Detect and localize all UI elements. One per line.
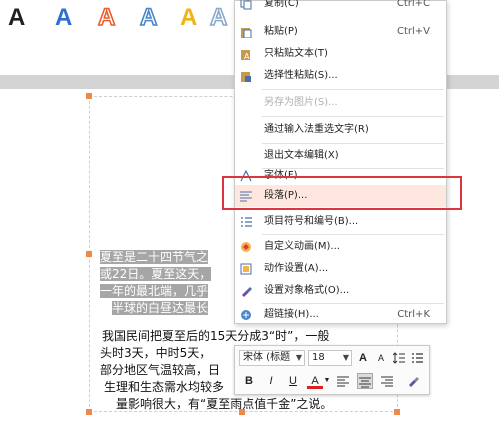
wordart-preset-orange-outline[interactable]: A — [97, 3, 116, 32]
menu-item-reselect-ime[interactable]: 通过输入法重选文字(R) — [235, 119, 446, 141]
copy-icon — [240, 0, 252, 10]
menu-item-format-object[interactable]: 设置对象格式(O)... — [235, 280, 446, 302]
text-line: 或22日。夏至这天， — [100, 267, 212, 281]
line-spacing-button[interactable] — [391, 350, 407, 366]
align-left-icon — [337, 376, 349, 387]
svg-text:A: A — [244, 52, 250, 60]
grow-font-button[interactable]: A — [355, 350, 371, 366]
animation-icon — [241, 242, 251, 252]
align-left-button[interactable] — [335, 373, 351, 389]
format-painter-icon — [409, 377, 419, 387]
align-right-icon — [381, 376, 393, 387]
align-center-button[interactable] — [357, 373, 373, 389]
underline-button[interactable]: U — [285, 373, 301, 389]
bullets-icon — [241, 217, 252, 227]
menu-item-save-as-picture: 另存为图片(S)... — [264, 97, 338, 108]
context-menu: 复制(C) Ctrl+C 粘贴(P) Ctrl+V A 只粘贴文本(T) 选择性… — [234, 0, 447, 324]
action-icon — [240, 263, 252, 275]
paste-text-icon: A — [241, 50, 250, 60]
font-size-value: 18 — [312, 352, 325, 363]
format-object-icon — [242, 287, 252, 297]
menu-item-bullets[interactable]: 项目符号和编号(B)... — [235, 211, 446, 233]
hyperlink-icon — [241, 310, 251, 320]
menu-item-copy[interactable]: 复制(C) Ctrl+C — [235, 0, 446, 15]
menu-separator — [262, 116, 444, 117]
list-button[interactable] — [409, 350, 425, 366]
wordart-preset-light-outline[interactable]: A — [209, 3, 228, 32]
format-painter-button[interactable] — [405, 373, 421, 389]
chevron-down-icon: ▼ — [295, 353, 302, 362]
font-name-select[interactable]: 宋体 (标题 ▼ — [239, 350, 305, 366]
menu-item-paste-text[interactable]: A 只粘贴文本(T) — [235, 43, 446, 65]
mini-format-toolbar: 宋体 (标题 ▼ 18 ▼ A A B I U A ▼ — [234, 345, 430, 395]
shrink-font-button[interactable]: A — [373, 350, 389, 366]
text-line: 半球的白昼达最长 — [112, 301, 209, 315]
menu-item-custom-animation[interactable]: 自定义动画(M)... — [235, 236, 446, 258]
text-line: 一年的最北端，几乎 — [100, 284, 209, 298]
wordart-preset-gold[interactable]: A — [180, 4, 197, 32]
menu-item-action-settings[interactable]: 动作设置(A)... — [235, 258, 446, 280]
menu-item-exit-text-edit[interactable]: 退出文本编辑(X) — [235, 145, 446, 167]
menu-separator — [262, 234, 444, 235]
menu-separator — [262, 89, 444, 90]
paste-icon — [241, 28, 252, 38]
align-right-button[interactable] — [379, 373, 395, 389]
wordart-preset-black[interactable]: A — [8, 4, 25, 32]
bold-button[interactable]: B — [241, 373, 257, 389]
resize-handle-bottom-left[interactable] — [86, 409, 92, 415]
list-icon — [412, 353, 423, 363]
italic-button[interactable]: I — [263, 373, 279, 389]
wordart-preset-blue-outline[interactable]: A — [139, 3, 158, 32]
resize-handle-mid-left[interactable] — [86, 251, 92, 257]
font-size-select[interactable]: 18 ▼ — [308, 350, 352, 366]
selected-paragraph[interactable]: 夏至是二十四节气之 或22日。夏至这天， 一年的最北端，几乎 半球的白昼达最长 — [100, 249, 240, 317]
menu-item-hyperlink[interactable]: 超链接(H)... Ctrl+K — [235, 304, 446, 326]
resize-handle-top-left[interactable] — [86, 93, 92, 99]
line-spacing-icon — [393, 352, 405, 364]
paste-special-icon — [241, 72, 251, 82]
font-name-value: 宋体 (标题 — [243, 352, 291, 363]
menu-separator — [262, 143, 444, 144]
chevron-down-icon[interactable]: ▼ — [323, 373, 331, 389]
text-line: 我国民间把夏至后的15天分成3“时”，一般 — [102, 329, 330, 343]
highlight-box — [222, 176, 462, 210]
align-center-icon — [359, 377, 371, 388]
menu-item-paste[interactable]: 粘贴(P) Ctrl+V — [235, 21, 446, 43]
font-color-button[interactable]: A — [307, 373, 323, 389]
text-line: 量影响很大，有“夏至雨点值千金”之说。 — [116, 397, 333, 411]
chevron-down-icon: ▼ — [342, 353, 349, 362]
menu-item-paste-special[interactable]: 选择性粘贴(S)... — [235, 65, 446, 87]
wordart-preset-blue[interactable]: A — [55, 4, 72, 32]
text-line: 夏至是二十四节气之 — [100, 250, 209, 264]
